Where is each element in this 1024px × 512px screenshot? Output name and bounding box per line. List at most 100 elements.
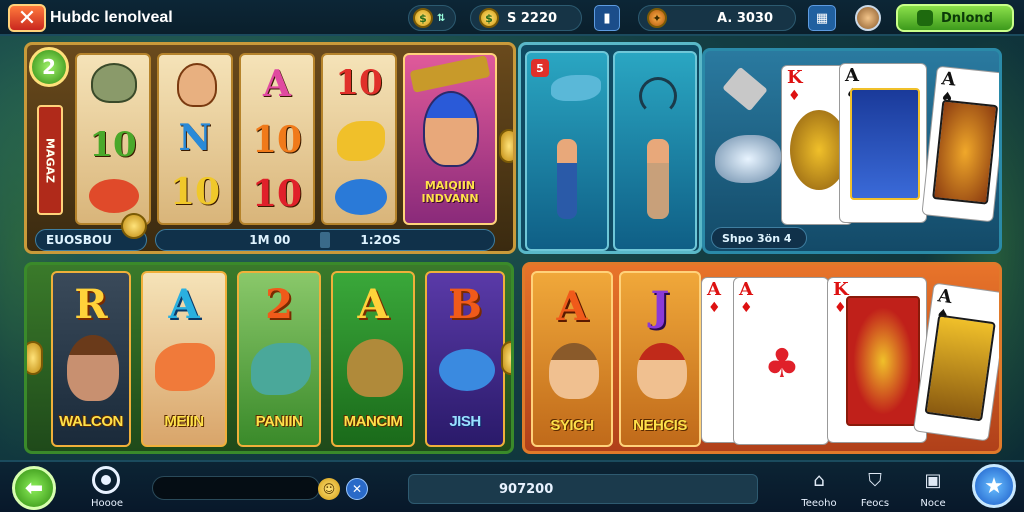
reel-label: WALCON xyxy=(59,413,123,430)
separator xyxy=(320,232,331,248)
playing-card[interactable]: A ♠ xyxy=(921,65,999,223)
reel-b: J NEHCIS xyxy=(619,271,701,447)
info-button[interactable]: ▮ xyxy=(594,5,620,31)
reel-symbol: 10 xyxy=(335,63,383,103)
reel-2: N 10 xyxy=(157,53,233,225)
card-art xyxy=(924,314,996,422)
shield-icon[interactable]: ⛉ xyxy=(862,468,888,492)
home-icon[interactable] xyxy=(92,466,120,494)
download-label: Dnlond xyxy=(941,10,993,26)
woman-symbol xyxy=(637,343,687,399)
explorer-symbol xyxy=(549,343,599,399)
fish-icon xyxy=(715,135,781,183)
reel-letter: A xyxy=(168,281,200,328)
reel-label: JISH xyxy=(449,413,481,430)
reel-letter: J xyxy=(650,283,670,330)
card-rank: A xyxy=(940,68,957,91)
nav-label[interactable]: Noce xyxy=(908,498,958,509)
side-coin-icon[interactable] xyxy=(501,341,511,375)
reel-label: MANCIM xyxy=(343,413,403,430)
dolphin-symbol xyxy=(335,179,387,215)
nav-label[interactable]: Feocs xyxy=(850,498,900,509)
card-rank: A xyxy=(845,65,859,86)
card-rank: A xyxy=(739,279,753,300)
card-rank: A xyxy=(707,279,721,300)
goblin-symbol xyxy=(91,63,137,103)
pirate-symbol xyxy=(67,335,119,401)
club-icon: ♣ xyxy=(764,340,800,387)
shop-button[interactable]: ▦ xyxy=(808,5,836,31)
chest-icon[interactable]: ▣ xyxy=(920,468,946,492)
info-bar: 1M 00 1:2OS xyxy=(155,229,495,251)
side-coin-icon[interactable] xyxy=(27,341,43,375)
reel-4: A MANCIM xyxy=(331,271,415,447)
hook-icon xyxy=(639,77,677,115)
nav-label[interactable]: Teeoho xyxy=(794,498,844,509)
reel-letter: A xyxy=(556,283,588,330)
card-panel-bottom: A SYICH J NEHCIS A ♦ A ♦ ♣ K ♦ A ♠ xyxy=(522,262,1002,454)
reel-5: B JISH xyxy=(425,271,505,447)
diver-figure xyxy=(557,139,577,219)
reel-2: A MEIIN xyxy=(141,271,227,447)
coin-icon: $ xyxy=(479,8,499,28)
close-icon[interactable]: ✕ xyxy=(346,478,368,500)
coin-stack-icon xyxy=(121,213,147,239)
reel-symbol: N xyxy=(178,117,212,159)
playing-card[interactable]: K ♦ xyxy=(827,277,927,443)
reel-label: MEIIN xyxy=(164,413,204,430)
playing-card[interactable]: A ♦ ♣ xyxy=(733,277,829,445)
cannon-icon xyxy=(409,55,491,93)
balance-pill[interactable]: ✦ A. 3030 xyxy=(638,5,796,31)
tag-icon[interactable]: ⌂ xyxy=(806,468,832,492)
fish-symbol xyxy=(251,343,311,395)
reel-symbol: 10 xyxy=(89,125,137,165)
currency-value: S 2220 xyxy=(507,10,558,26)
avatar[interactable] xyxy=(855,5,881,31)
hero-portrait xyxy=(423,91,479,167)
token-icon: ✦ xyxy=(647,8,667,28)
download-button[interactable]: Dnlond xyxy=(896,4,1014,32)
reel-3: 2 PANIIN xyxy=(237,271,321,447)
side-coin-icon[interactable] xyxy=(499,129,513,163)
level-badge: 2 xyxy=(29,47,69,87)
emoji-icon[interactable]: ☺ xyxy=(318,478,340,500)
info-mid: 1M 00 xyxy=(249,233,291,247)
reel-label: PANIIN xyxy=(255,413,303,430)
star-icon[interactable]: ★ xyxy=(972,464,1016,508)
reel-letter: 2 xyxy=(265,281,293,328)
home-label: Hoooe xyxy=(90,498,124,509)
slot-panel-top: 2 MAGAZ 10 N 10 A 10 10 10 MAIQIIN INDVA… xyxy=(24,42,516,254)
playing-card[interactable]: A ♠ xyxy=(839,63,927,223)
currency-pill[interactable]: $ S 2220 xyxy=(470,5,582,31)
card-info: Shpo 3ön 4 xyxy=(711,227,807,249)
reel-letter: B xyxy=(448,281,482,328)
reel-letter: A xyxy=(357,281,389,328)
card-art xyxy=(850,88,920,200)
reel-symbol: 10 xyxy=(251,173,303,215)
sailor-symbol xyxy=(177,63,217,107)
card-art xyxy=(932,99,999,205)
card-panel-top: K ♦ A ♠ A ♠ Shpo 3ön 4 xyxy=(702,48,1002,254)
balance-value: A. 3030 xyxy=(717,10,773,26)
info-right: 1:2OS xyxy=(360,233,401,247)
reel-symbol: 10 xyxy=(251,119,303,161)
card-art xyxy=(846,296,920,426)
card-suit: ♦ xyxy=(834,300,847,316)
reel-label: NEHCIS xyxy=(633,417,687,434)
fishing-panel: 5 xyxy=(518,42,702,254)
card-rank: K xyxy=(787,67,803,88)
coin-pill[interactable]: $ ⇅ xyxy=(408,5,456,31)
app-title: Hubdc lenolveal xyxy=(50,9,173,26)
search-input[interactable] xyxy=(152,476,320,500)
center-display[interactable]: 907200 xyxy=(408,474,758,504)
chevron-icon: ⇅ xyxy=(437,12,446,24)
reel-symbol: 10 xyxy=(169,171,221,213)
x-logo-icon[interactable]: ✕ xyxy=(8,4,46,32)
reel-1: R WALCON xyxy=(51,271,131,447)
back-arrow-icon[interactable]: ⬅ xyxy=(12,466,56,510)
wolf-symbol xyxy=(347,339,403,397)
side-banner: MAGAZ xyxy=(37,105,63,215)
shell-symbol xyxy=(89,179,139,213)
reel-symbol: A xyxy=(263,63,291,105)
reel-letter: R xyxy=(74,281,108,328)
